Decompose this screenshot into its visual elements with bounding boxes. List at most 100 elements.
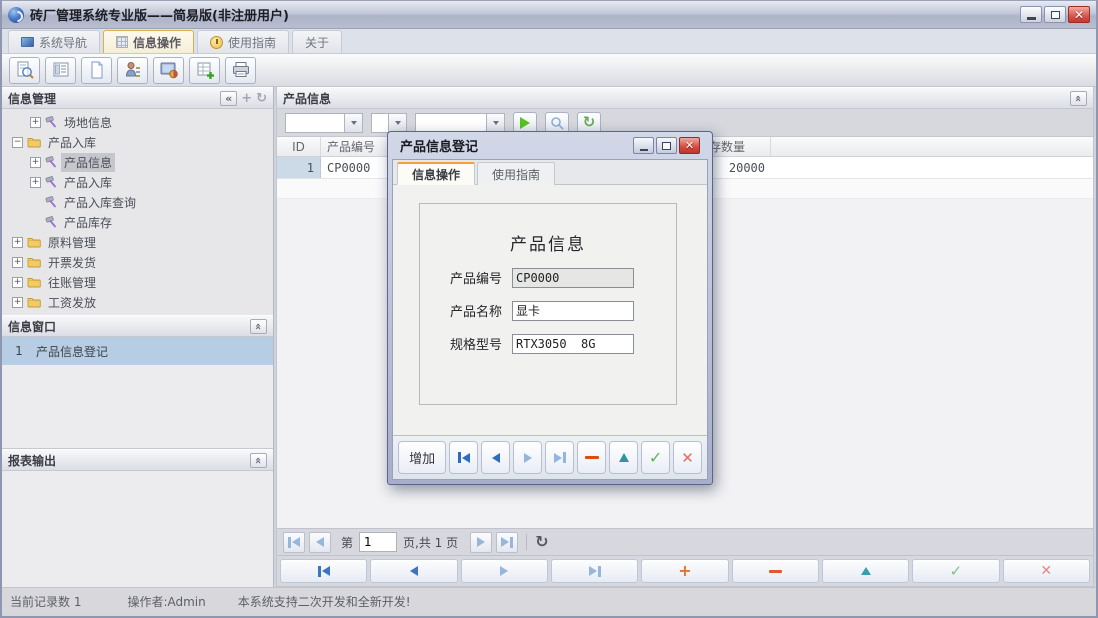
print-button[interactable] [225,56,256,84]
expand-plus-icon[interactable]: + [12,276,23,288]
dropdown-button[interactable] [486,113,504,132]
collapse-sidebar-button[interactable]: « [220,90,238,106]
refresh-icon[interactable]: ↻ [256,92,267,105]
nav-prev-button[interactable] [370,559,458,583]
collapse-report-button[interactable]: « [250,452,267,468]
info-window-item[interactable]: 1 产品信息登记 [2,337,273,365]
save-record-button[interactable]: ✓ [912,559,1000,583]
first-page-icon [288,536,300,548]
tab-about[interactable]: 关于 [292,30,343,53]
data-table-add-button[interactable] [189,56,220,84]
pager-prev-button[interactable] [309,531,331,553]
check-icon: ✓ [949,561,963,580]
dropdown-button[interactable] [344,113,362,132]
dialog-delete-button[interactable] [577,441,607,474]
dialog-close-button[interactable]: ✕ [679,137,700,154]
refresh-icon: ↻ [582,113,596,131]
tree-item-product-inbound-folder[interactable]: − 产品入库 [2,132,273,152]
tree-item-product-info[interactable]: + 产品信息 [2,152,273,172]
monitor-ball-icon [160,62,178,79]
form-view-button[interactable] [45,56,76,84]
filter-operator-dropdown[interactable] [371,112,407,133]
dropdown-button[interactable] [388,113,406,132]
tree-item-invoice-shipping[interactable]: + 开票发货 [2,252,273,272]
search-icon [551,116,564,130]
collapse-main-button[interactable]: « [1070,90,1087,106]
ribbon-tab-bar: 系统导航 信息操作 使用指南 关于 [2,29,1096,54]
tree-item-account-mgmt[interactable]: + 往账管理 [2,272,273,292]
add-icon[interactable]: + [241,92,252,105]
dialog-minimize-button[interactable] [633,137,654,154]
pager-refresh-button[interactable]: ↻ [535,534,548,550]
tree-item-material-mgmt[interactable]: + 原料管理 [2,232,273,252]
dialog-tab-bar: 信息操作 使用指南 [393,160,707,185]
pager-next-button[interactable] [470,531,493,553]
filter-value-dropdown[interactable] [415,112,505,133]
collapse-minus-icon[interactable]: − [12,136,23,148]
tab-info-operation[interactable]: 信息操作 [103,30,195,53]
dialog-title-bar[interactable]: 产品信息登记 ✕ [392,132,708,159]
nav-last-button[interactable] [550,559,639,583]
dialog-first-button[interactable] [449,441,479,474]
product-name-field[interactable] [512,300,634,321]
tree-item-inbound-query[interactable]: 产品入库查询 [2,192,273,212]
tab-system-nav[interactable]: 系统导航 [8,30,101,53]
pager-first-button[interactable] [283,531,305,553]
collapse-info-window-button[interactable]: « [250,318,267,334]
dialog-tab-info-operation[interactable]: 信息操作 [397,162,476,185]
spec-model-field[interactable] [512,333,634,354]
nav-next-button[interactable] [460,559,548,583]
panel-title: 信息管理 [8,91,57,106]
tree-item-product-stock[interactable]: 产品库存 [2,212,273,232]
page-input[interactable] [359,532,398,552]
cancel-record-button[interactable]: ✕ [1002,559,1090,583]
minimize-icon [1026,16,1036,20]
expand-plus-icon[interactable]: + [30,176,41,188]
expand-plus-icon[interactable]: + [12,236,23,248]
dialog-next-button[interactable] [513,441,543,474]
tab-user-guide[interactable]: 使用指南 [197,30,290,53]
dialog-last-button[interactable] [545,441,575,474]
dialog-maximize-button[interactable] [656,137,677,154]
tree-item-label: 产品入库 [64,175,113,190]
nav-first-button[interactable] [280,559,368,583]
tree-item-site-info[interactable]: + 场地信息 [2,112,273,132]
last-page-icon [501,536,514,548]
dialog-tab-user-guide[interactable]: 使用指南 [477,162,556,185]
delete-record-button[interactable] [731,559,819,583]
expand-plus-icon[interactable]: + [12,256,23,268]
close-icon: ✕ [684,139,695,152]
tool-icon [45,156,57,168]
user-management-button[interactable] [117,56,148,84]
minimize-button[interactable] [1020,6,1042,23]
tree-item-product-inbound[interactable]: + 产品入库 [2,172,273,192]
pager-last-button[interactable] [496,531,519,553]
tree-item-salary-payment[interactable]: + 工资发放 [2,292,273,312]
restore-icon [1050,10,1060,19]
minus-icon [768,569,782,573]
new-document-button[interactable] [81,56,112,84]
restore-button[interactable] [1044,6,1066,23]
expand-plus-icon[interactable]: + [30,156,41,168]
filter-field-dropdown[interactable] [285,112,363,133]
pager-total-label: 页,共 1 页 [403,535,459,550]
expand-plus-icon[interactable]: + [12,296,23,308]
expand-plus-icon[interactable]: + [30,116,41,128]
dialog-save-button[interactable]: ✓ [641,441,671,474]
tree-item-label: 产品入库 [48,135,97,150]
column-header-id[interactable]: ID [277,137,321,156]
close-button[interactable]: ✕ [1068,6,1090,23]
dialog-cancel-button[interactable]: ✕ [673,441,702,474]
next-record-icon [523,452,532,463]
edit-record-button[interactable] [821,559,910,583]
dialog-edit-button[interactable] [609,441,639,474]
dialog-title: 产品信息登记 [400,140,479,155]
system-monitor-button[interactable] [153,56,184,84]
dialog-add-button[interactable]: 增加 [398,441,447,474]
info-window-list: 1 产品信息登记 [2,337,273,449]
preview-search-button[interactable] [9,56,40,84]
panel-title: 信息窗口 [8,319,57,334]
product-code-field[interactable] [512,267,634,288]
dialog-prev-button[interactable] [481,441,511,474]
add-record-button[interactable]: + [641,559,729,583]
